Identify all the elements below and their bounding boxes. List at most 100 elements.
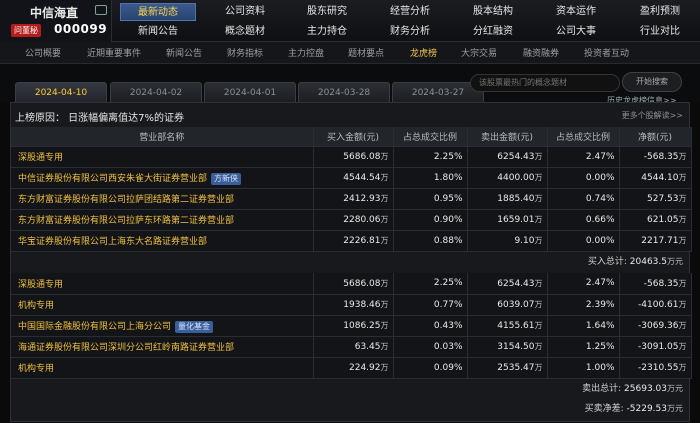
column-header: 卖出金额(元)	[467, 127, 548, 147]
sub-nav: 公司概要 近期重要事件 新闻公告 财务指标 主力控盘 题材要点 龙虎榜 大宗交易 融资融券 投资者…	[0, 42, 700, 64]
cell-buy-pct: 0.09%	[393, 357, 468, 379]
nav-item[interactable]: 最新动态	[120, 3, 196, 21]
cell-net: -568.35万	[619, 273, 692, 295]
subnav-item[interactable]: 新闻公告	[166, 46, 202, 59]
nav-item[interactable]: 概念题材	[207, 23, 283, 41]
cell-buy: 63.45万	[313, 336, 394, 358]
cell-sell-pct: 2.47%	[547, 146, 620, 168]
date-tab[interactable]: 2024-04-02	[110, 82, 202, 102]
nav-item[interactable]: 资本运作	[538, 3, 614, 21]
stock-code: 000099	[54, 22, 108, 36]
nav-item[interactable]: 主力持仓	[289, 23, 365, 41]
cell-buy-pct: 0.88%	[393, 230, 468, 252]
cell-buy: 4544.54万	[313, 167, 394, 189]
subnav-item[interactable]: 近期重要事件	[87, 46, 141, 59]
trader-badge[interactable]: 方新侠	[211, 172, 242, 185]
date-tab[interactable]: 2024-04-01	[204, 82, 296, 102]
cell-sell: 2535.47万	[467, 357, 548, 379]
cell-sell: 6039.07万	[467, 294, 548, 316]
cell-sell: 6254.43万	[467, 273, 548, 295]
cell-buy: 2280.06万	[313, 209, 394, 231]
more-analysis-link[interactable]: 更多个股解读>>	[622, 110, 683, 121]
net-total: 买卖净差: -5229.53万元	[584, 404, 683, 414]
listing-reason: 上榜原因： 日涨幅偏离值达7%的证券	[15, 113, 185, 124]
top-bar: 中信海直 问董秘 000099 最新动态 公司资料 股东研究 经营分析 股本结构 资本运作…	[0, 0, 700, 42]
dragon-tiger-panel: 上榜原因： 日涨幅偏离值达7%的证券 更多个股解读>> 营业部名称 买入金额(元)…	[10, 102, 692, 422]
nav-item[interactable]: 盈利预测	[622, 3, 698, 21]
table-row[interactable]: 中国国际金融股份有限公司上海分公司 量化基金 1086.25万 0.43% 4155.6…	[11, 315, 692, 337]
cell-buy-pct: 0.43%	[393, 315, 468, 337]
branch-name[interactable]: 海通证券股份有限公司深圳分公司红岭南路证券营业部	[11, 336, 314, 358]
date-tab[interactable]: 2024-04-10	[15, 82, 107, 102]
subnav-item[interactable]: 大宗交易	[461, 46, 497, 59]
branch-name[interactable]: 深股通专用	[11, 146, 314, 168]
cell-net: -3069.36万	[619, 315, 692, 337]
table-row[interactable]: 东方财富证券股份有限公司拉萨东环路第二证券营业部 2280.06万 0.90% 165…	[11, 209, 692, 231]
cell-buy-pct: 2.25%	[393, 146, 468, 168]
nav-item[interactable]: 行业对比	[622, 23, 698, 41]
cell-sell: 1885.40万	[467, 188, 548, 210]
nav-item[interactable]: 股东研究	[289, 3, 365, 21]
date-tab[interactable]: 2024-03-28	[298, 82, 390, 102]
nav-item[interactable]: 股本结构	[455, 3, 531, 21]
ask-secretary-button[interactable]: 问董秘	[11, 24, 41, 37]
column-header: 占总成交比例	[547, 127, 620, 147]
nav-item[interactable]: 经营分析	[372, 3, 448, 21]
cell-buy: 2226.81万	[313, 230, 394, 252]
branch-name[interactable]: 机构专用	[11, 357, 314, 379]
window-icon[interactable]	[95, 5, 107, 15]
subnav-item[interactable]: 主力控盘	[288, 46, 324, 59]
cell-sell: 4400.00万	[467, 167, 548, 189]
cell-net: 2217.71万	[619, 230, 692, 252]
cell-net: -3091.05万	[619, 336, 692, 358]
subnav-item[interactable]: 龙虎榜	[410, 46, 437, 59]
branch-name[interactable]: 机构专用	[11, 294, 314, 316]
search-button[interactable]: 开始搜索	[622, 72, 682, 92]
branch-name[interactable]: 东方财富证券股份有限公司拉萨东环路第二证券营业部	[11, 209, 314, 231]
cell-sell: 6254.43万	[467, 146, 548, 168]
nav-item[interactable]: 公司大事	[538, 23, 614, 41]
column-header: 占总成交比例	[393, 127, 468, 147]
cell-sell: 3154.50万	[467, 336, 548, 358]
table-header-row: 营业部名称 买入金额(元) 占总成交比例 卖出金额(元) 占总成交比例 净额(元)	[11, 127, 692, 147]
subnav-item[interactable]: 融资融券	[523, 46, 559, 59]
branch-name[interactable]: 中国国际金融股份有限公司上海分公司 量化基金	[11, 315, 314, 337]
subnav-item[interactable]: 财务指标	[227, 46, 263, 59]
table-row[interactable]: 深股通专用 5686.08万 2.25% 6254.43万 2.47% -568.35万	[11, 273, 692, 295]
table-row[interactable]: 中信证券股份有限公司西安朱雀大街证券营业部 方新侠 4544.54万 1.80% 440…	[11, 167, 692, 189]
cell-buy: 5686.08万	[313, 273, 394, 295]
nav-item[interactable]: 财务分析	[372, 23, 448, 41]
cell-sell-pct: 1.00%	[547, 357, 620, 379]
cell-net: -568.35万	[619, 146, 692, 168]
cell-buy: 224.92万	[313, 357, 394, 379]
nav-item[interactable]: 公司资料	[207, 3, 283, 21]
branch-name[interactable]: 深股通专用	[11, 273, 314, 295]
cell-buy: 1086.25万	[313, 315, 394, 337]
nav-item[interactable]: 分红融资	[455, 23, 531, 41]
trader-badge[interactable]: 量化基金	[175, 320, 214, 333]
sell-table: 深股通专用 5686.08万 2.25% 6254.43万 2.47% -568.35万机…	[11, 273, 692, 379]
cell-sell-pct: 2.47%	[547, 273, 620, 295]
table-row[interactable]: 海通证券股份有限公司深圳分公司红岭南路证券营业部 63.45万 0.03% 3154.…	[11, 336, 692, 358]
cell-net: -2310.55万	[619, 357, 692, 379]
column-header: 买入金额(元)	[313, 127, 394, 147]
stock-name: 中信海直	[30, 6, 79, 20]
subnav-item[interactable]: 题材要点	[348, 46, 384, 59]
sell-total: 卖出总计: 25693.03万元	[582, 384, 683, 394]
main-nav: 最新动态 公司资料 股东研究 经营分析 股本结构 资本运作 盈利预测新闻公告 概念题材 主力持仓…	[112, 0, 700, 42]
table-row[interactable]: 华宝证券股份有限公司上海东大名路证券营业部 2226.81万 0.88% 9.10万 0…	[11, 230, 692, 252]
buy-table: 营业部名称 买入金额(元) 占总成交比例 卖出金额(元) 占总成交比例 净额(元) 深股通…	[11, 127, 692, 252]
branch-name[interactable]: 华宝证券股份有限公司上海东大名路证券营业部	[11, 230, 314, 252]
subnav-item[interactable]: 公司概要	[25, 46, 61, 59]
cell-sell-pct: 0.00%	[547, 167, 620, 189]
cell-sell-pct: 1.64%	[547, 315, 620, 337]
table-row[interactable]: 东方财富证券股份有限公司拉萨团结路第二证券营业部 2412.93万 0.95% 188…	[11, 188, 692, 210]
branch-name[interactable]: 中信证券股份有限公司西安朱雀大街证券营业部 方新侠	[11, 167, 314, 189]
nav-item[interactable]: 新闻公告	[120, 23, 196, 41]
subnav-item[interactable]: 投资者互动	[584, 46, 629, 59]
table-row[interactable]: 深股通专用 5686.08万 2.25% 6254.43万 2.47% -568.35万	[11, 146, 692, 168]
concept-search-input[interactable]: 该股票最热门的概念题材	[470, 74, 620, 92]
table-row[interactable]: 机构专用 224.92万 0.09% 2535.47万 1.00% -2310.55万	[11, 357, 692, 379]
table-row[interactable]: 机构专用 1938.46万 0.77% 6039.07万 2.39% -4100.61万	[11, 294, 692, 316]
branch-name[interactable]: 东方财富证券股份有限公司拉萨团结路第二证券营业部	[11, 188, 314, 210]
